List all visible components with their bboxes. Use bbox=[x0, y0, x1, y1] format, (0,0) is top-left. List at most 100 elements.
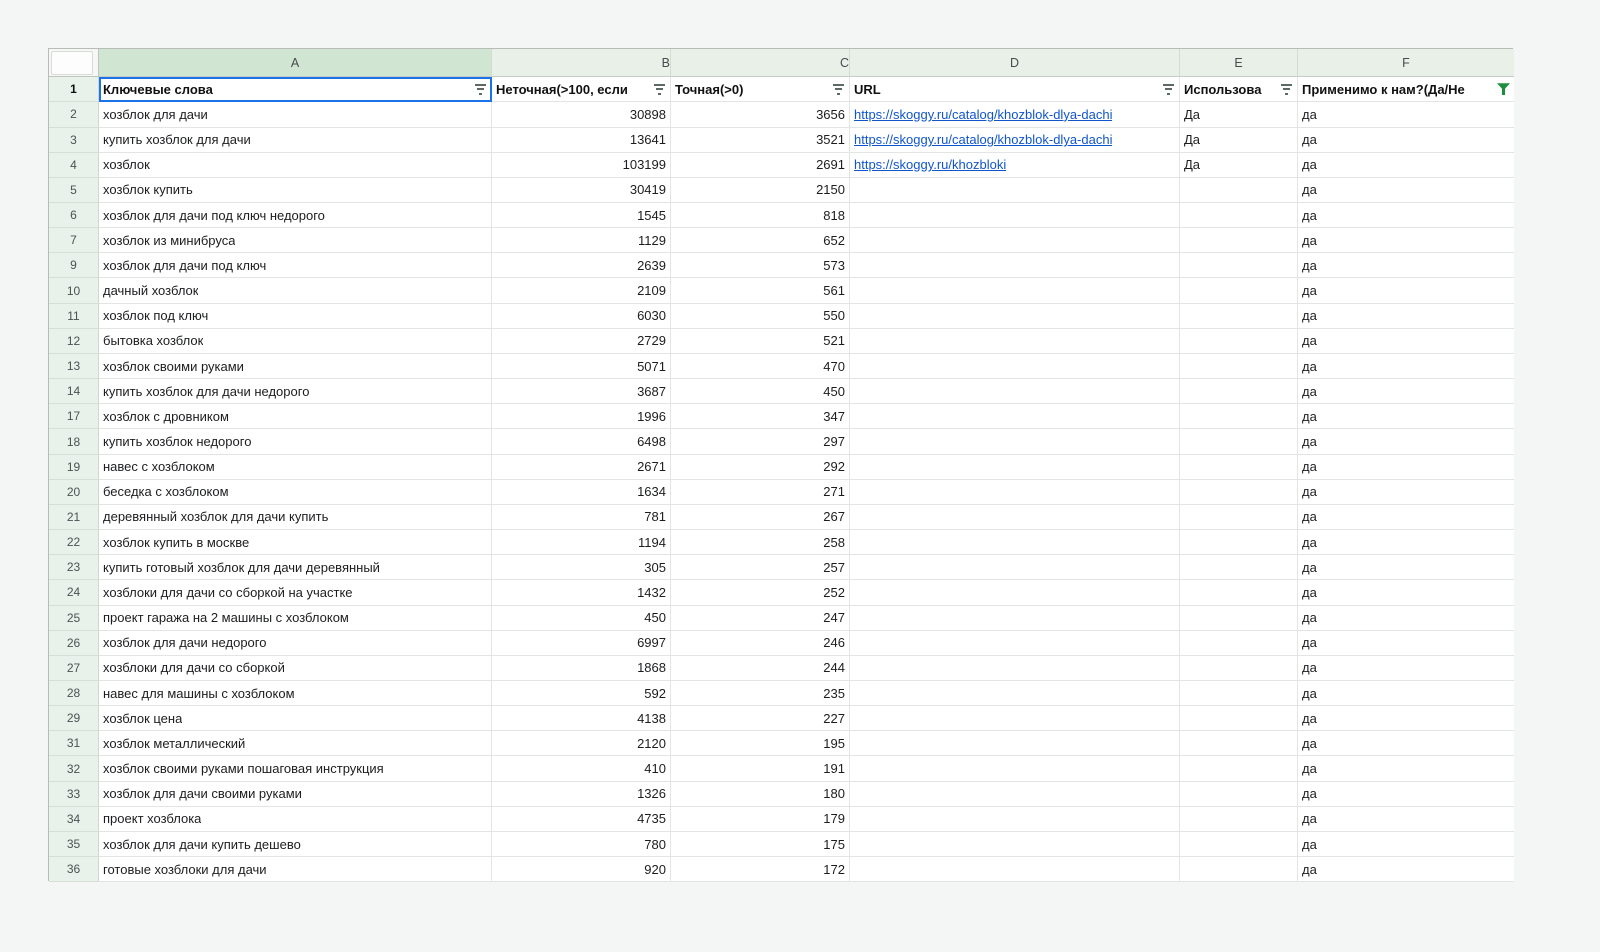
applicable-cell[interactable]: да bbox=[1298, 228, 1514, 253]
keyword-cell[interactable]: бытовка хозблок bbox=[99, 329, 492, 354]
broad-volume-cell[interactable]: 30898 bbox=[492, 102, 671, 127]
row-number[interactable]: 6 bbox=[49, 203, 99, 228]
header-cell-D1[interactable]: URL bbox=[850, 77, 1180, 102]
used-cell[interactable] bbox=[1180, 505, 1298, 530]
broad-volume-cell[interactable]: 1996 bbox=[492, 404, 671, 429]
exact-volume-cell[interactable]: 247 bbox=[671, 606, 850, 631]
url-cell[interactable] bbox=[850, 278, 1180, 303]
url-cell[interactable] bbox=[850, 203, 1180, 228]
row-number[interactable]: 7 bbox=[49, 228, 99, 253]
url-link[interactable]: https://skoggy.ru/catalog/khozblok-dlya-… bbox=[854, 132, 1112, 147]
keyword-cell[interactable]: хозблок с дровником bbox=[99, 404, 492, 429]
url-cell[interactable] bbox=[850, 379, 1180, 404]
url-cell[interactable] bbox=[850, 429, 1180, 454]
url-cell[interactable] bbox=[850, 178, 1180, 203]
url-cell[interactable] bbox=[850, 505, 1180, 530]
column-header-C[interactable]: C bbox=[671, 49, 850, 77]
url-cell[interactable] bbox=[850, 555, 1180, 580]
filter-icon[interactable] bbox=[1162, 84, 1175, 95]
applicable-cell[interactable]: да bbox=[1298, 480, 1514, 505]
row-number[interactable]: 13 bbox=[49, 354, 99, 379]
used-cell[interactable] bbox=[1180, 706, 1298, 731]
broad-volume-cell[interactable]: 1634 bbox=[492, 480, 671, 505]
row-number[interactable]: 17 bbox=[49, 404, 99, 429]
keyword-cell[interactable]: навес с хозблоком bbox=[99, 455, 492, 480]
broad-volume-cell[interactable]: 2729 bbox=[492, 329, 671, 354]
keyword-cell[interactable]: хозблок своими руками bbox=[99, 354, 492, 379]
url-cell[interactable] bbox=[850, 857, 1180, 882]
exact-volume-cell[interactable]: 573 bbox=[671, 253, 850, 278]
column-header-E[interactable]: E bbox=[1180, 49, 1298, 77]
used-cell[interactable] bbox=[1180, 228, 1298, 253]
applicable-cell[interactable]: да bbox=[1298, 203, 1514, 228]
keyword-cell[interactable]: хозблок для дачи под ключ недорого bbox=[99, 203, 492, 228]
broad-volume-cell[interactable]: 2639 bbox=[492, 253, 671, 278]
applicable-cell[interactable]: да bbox=[1298, 429, 1514, 454]
used-cell[interactable] bbox=[1180, 480, 1298, 505]
broad-volume-cell[interactable]: 920 bbox=[492, 857, 671, 882]
applicable-cell[interactable]: да bbox=[1298, 153, 1514, 178]
broad-volume-cell[interactable]: 1194 bbox=[492, 530, 671, 555]
broad-volume-cell[interactable]: 1326 bbox=[492, 782, 671, 807]
broad-volume-cell[interactable]: 4735 bbox=[492, 807, 671, 832]
row-number[interactable]: 29 bbox=[49, 706, 99, 731]
used-cell[interactable] bbox=[1180, 555, 1298, 580]
keyword-cell[interactable]: хозблок для дачи своими руками bbox=[99, 782, 492, 807]
used-cell[interactable] bbox=[1180, 832, 1298, 857]
applicable-cell[interactable]: да bbox=[1298, 530, 1514, 555]
url-cell[interactable] bbox=[850, 706, 1180, 731]
exact-volume-cell[interactable]: 521 bbox=[671, 329, 850, 354]
exact-volume-cell[interactable]: 450 bbox=[671, 379, 850, 404]
applicable-cell[interactable]: да bbox=[1298, 455, 1514, 480]
row-number[interactable]: 10 bbox=[49, 278, 99, 303]
row-number[interactable]: 23 bbox=[49, 555, 99, 580]
applicable-cell[interactable]: да bbox=[1298, 128, 1514, 153]
applicable-cell[interactable]: да bbox=[1298, 606, 1514, 631]
row-number[interactable]: 2 bbox=[49, 102, 99, 127]
keyword-cell[interactable]: хозблоки для дачи со сборкой bbox=[99, 656, 492, 681]
row-number[interactable]: 20 bbox=[49, 480, 99, 505]
keyword-cell[interactable]: хозблок цена bbox=[99, 706, 492, 731]
row-number[interactable]: 14 bbox=[49, 379, 99, 404]
broad-volume-cell[interactable]: 1868 bbox=[492, 656, 671, 681]
row-number[interactable]: 36 bbox=[49, 857, 99, 882]
applicable-cell[interactable]: да bbox=[1298, 656, 1514, 681]
applicable-cell[interactable]: да bbox=[1298, 681, 1514, 706]
column-header-D[interactable]: D bbox=[850, 49, 1180, 77]
broad-volume-cell[interactable]: 5071 bbox=[492, 354, 671, 379]
row-number[interactable]: 27 bbox=[49, 656, 99, 681]
filter-icon[interactable] bbox=[474, 84, 487, 95]
row-number[interactable]: 18 bbox=[49, 429, 99, 454]
exact-volume-cell[interactable]: 257 bbox=[671, 555, 850, 580]
broad-volume-cell[interactable]: 450 bbox=[492, 606, 671, 631]
keyword-cell[interactable]: купить хозблок недорого bbox=[99, 429, 492, 454]
url-cell[interactable] bbox=[850, 329, 1180, 354]
url-cell[interactable] bbox=[850, 480, 1180, 505]
keyword-cell[interactable]: навес для машины с хозблоком bbox=[99, 681, 492, 706]
exact-volume-cell[interactable]: 191 bbox=[671, 756, 850, 781]
broad-volume-cell[interactable]: 780 bbox=[492, 832, 671, 857]
used-cell[interactable] bbox=[1180, 278, 1298, 303]
filter-icon[interactable] bbox=[832, 84, 845, 95]
applicable-cell[interactable]: да bbox=[1298, 304, 1514, 329]
used-cell[interactable] bbox=[1180, 379, 1298, 404]
row-number[interactable]: 31 bbox=[49, 731, 99, 756]
url-cell[interactable]: https://skoggy.ru/catalog/khozblok-dlya-… bbox=[850, 128, 1180, 153]
keyword-cell[interactable]: хозблок для дачи недорого bbox=[99, 631, 492, 656]
used-cell[interactable]: Да bbox=[1180, 153, 1298, 178]
broad-volume-cell[interactable]: 6030 bbox=[492, 304, 671, 329]
used-cell[interactable] bbox=[1180, 404, 1298, 429]
exact-volume-cell[interactable]: 347 bbox=[671, 404, 850, 429]
applicable-cell[interactable]: да bbox=[1298, 379, 1514, 404]
row-number[interactable]: 12 bbox=[49, 329, 99, 354]
exact-volume-cell[interactable]: 292 bbox=[671, 455, 850, 480]
header-cell-F1[interactable]: Применимо к нам?(Да/Не bbox=[1298, 77, 1514, 102]
url-cell[interactable] bbox=[850, 832, 1180, 857]
url-cell[interactable] bbox=[850, 681, 1180, 706]
row-number[interactable]: 28 bbox=[49, 681, 99, 706]
row-number[interactable]: 34 bbox=[49, 807, 99, 832]
broad-volume-cell[interactable]: 30419 bbox=[492, 178, 671, 203]
broad-volume-cell[interactable]: 3687 bbox=[492, 379, 671, 404]
url-link[interactable]: https://skoggy.ru/khozbloki bbox=[854, 157, 1006, 172]
url-cell[interactable] bbox=[850, 656, 1180, 681]
